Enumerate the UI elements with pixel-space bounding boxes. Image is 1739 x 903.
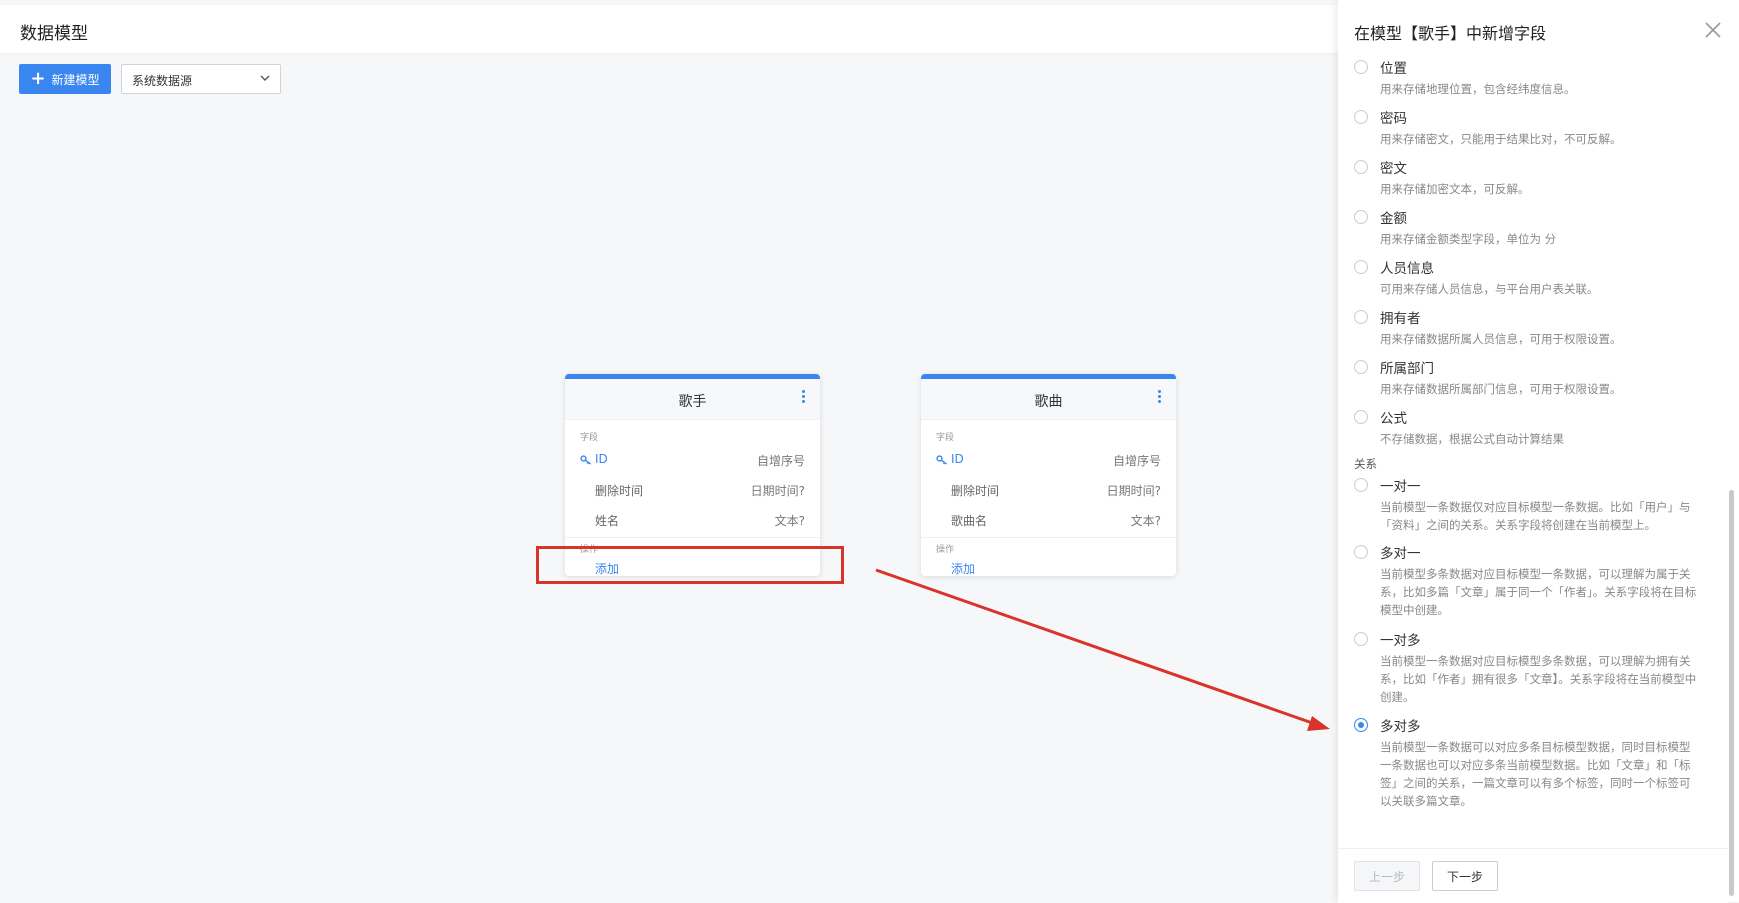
option-name: 位置 [1380,61,1407,77]
radio-button[interactable] [1354,360,1368,374]
option-description: 当前模型一条数据可以对应多条目标模型数据，同时目标模型一条数据也可以对应多条当前… [1380,740,1691,808]
radio-button[interactable] [1354,410,1368,424]
option-description: 不存储数据，根据公式自动计算结果 [1380,432,1564,446]
option-description: 用来存储数据所属人员信息，可用于权限设置。 [1380,332,1622,346]
radio-button[interactable] [1354,260,1368,274]
add-field-drawer: 在模型【歌手】中新增字段 位置 用来存储地理位置，包含经纬度信息。 密码 用来存… [1338,0,1739,903]
option-description: 当前模型一条数据对应目标模型多条数据，可以理解为拥有关系，比如「作者」拥有很多「… [1380,654,1697,704]
radio-button[interactable] [1354,310,1368,324]
option-name: 多对一 [1380,546,1421,562]
option-description: 当前模型一条数据仅对应目标模型一条数据。比如「用户」与「资料」之间的关系。关系字… [1380,500,1691,532]
option-description: 可用来存储人员信息，与平台用户表关联。 [1380,282,1599,296]
option-description: 用来存储数据所属部门信息，可用于权限设置。 [1380,382,1622,396]
option-description: 用来存储地理位置，包含经纬度信息。 [1380,82,1576,96]
radio-button[interactable] [1354,545,1368,559]
drawer-scrollbar-thumb[interactable] [1729,490,1734,896]
option-name: 密文 [1380,161,1407,177]
radio-button[interactable] [1354,210,1368,224]
prev-step-button[interactable]: 上一步 [1354,861,1420,891]
drawer-title: 在模型【歌手】中新增字段 [1354,24,1547,43]
next-step-button[interactable]: 下一步 [1432,861,1498,891]
drawer-body: 位置 用来存储地理位置，包含经纬度信息。 密码 用来存储密文，只能用于结果比对，… [1338,52,1739,842]
radio-button[interactable] [1354,110,1368,124]
close-icon[interactable] [1703,20,1723,40]
option-name: 拥有者 [1380,311,1421,327]
option-description: 当前模型多条数据对应目标模型一条数据，可以理解为属于关系，比如多篇「文章」属于同… [1380,567,1697,617]
radio-button[interactable] [1354,478,1368,492]
option-name: 一对一 [1380,479,1421,495]
option-name: 密码 [1380,111,1407,127]
option-name: 多对多 [1380,719,1421,735]
drawer-footer: 上一步 下一步 [1338,848,1728,903]
option-description: 用来存储加密文本，可反解。 [1380,182,1530,196]
option-name: 一对多 [1380,633,1421,649]
relation-group-label: 关系 [1354,457,1377,471]
option-description: 用来存储金额类型字段，单位为 分 [1380,232,1557,246]
option-name: 公式 [1380,411,1407,427]
option-name: 人员信息 [1380,261,1434,277]
radio-button[interactable] [1354,632,1368,646]
option-name: 所属部门 [1380,361,1434,377]
radio-button-selected[interactable] [1354,718,1368,732]
radio-button[interactable] [1354,160,1368,174]
option-description: 用来存储密文，只能用于结果比对，不可反解。 [1380,132,1622,146]
radio-button[interactable] [1354,60,1368,74]
option-name: 金额 [1380,211,1407,227]
